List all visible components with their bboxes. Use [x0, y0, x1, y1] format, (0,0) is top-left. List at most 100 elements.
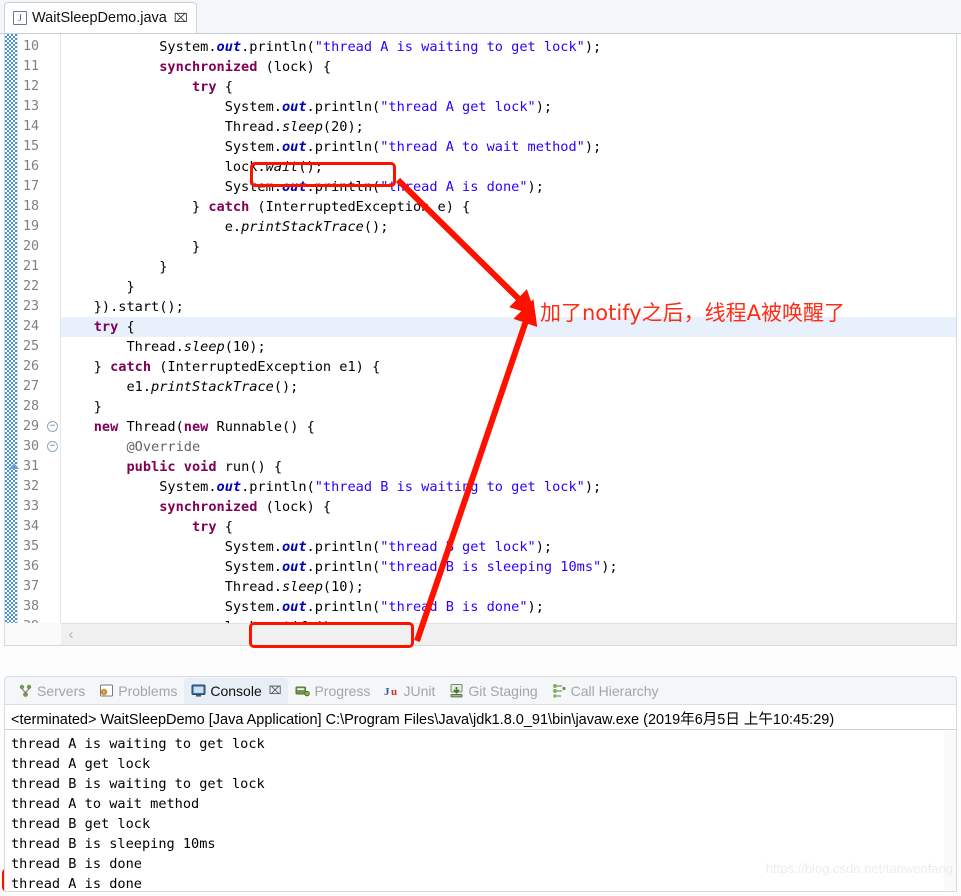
view-tab-problems[interactable]: ! Problems [92, 678, 184, 704]
code-line-15[interactable]: System.out.println("thread A to wait met… [61, 137, 956, 157]
annotation-text: 加了notify之后，线程A被唤醒了 [540, 301, 846, 325]
line-number-14: 14 [23, 119, 40, 134]
close-icon[interactable]: ⌧ [269, 684, 282, 697]
view-tab-git-staging[interactable]: Git Staging [442, 678, 544, 704]
code-line-33[interactable]: synchronized (lock) { [61, 497, 956, 517]
close-icon[interactable]: ⌧ [174, 12, 188, 24]
code-line-34[interactable]: try { [61, 517, 956, 537]
line-number-32: 32 [23, 479, 40, 494]
line-number-15: 15 [23, 139, 40, 154]
call-hierarchy-icon [552, 683, 567, 698]
code-surface[interactable]: System.out.println("thread A is waiting … [61, 34, 956, 645]
console-icon [191, 683, 206, 698]
editor-tab-strip: J WaitSleepDemo.java ⌧ [0, 0, 961, 34]
code-line-29[interactable]: new Thread(new Runnable() { [61, 417, 956, 437]
line-number-23: 23 [23, 299, 40, 314]
console-output-line: thread A is done [11, 876, 142, 892]
eclipse-ide-window: J WaitSleepDemo.java ⌧ 10 11 12 13 14 15 16 17 1… [0, 0, 961, 896]
code-line-17[interactable]: System.out.println("thread A is done"); [61, 177, 956, 197]
console-output-line: thread B is waiting to get lock [11, 776, 265, 792]
line-number-19: 19 [23, 219, 40, 234]
view-tab-label: Git Staging [468, 682, 538, 699]
code-line-12[interactable]: try { [61, 77, 956, 97]
view-tab-servers[interactable]: Servers [11, 678, 92, 704]
fold-collapse-icon[interactable]: − [47, 441, 58, 452]
view-tab-progress[interactable]: Progress [288, 678, 377, 704]
console-output-line: thread A get lock [11, 756, 151, 772]
console-output-line: thread B is sleeping 10ms [11, 836, 216, 852]
line-number-27: 27 [23, 379, 40, 394]
line-number-30: 30− [18, 437, 60, 457]
console-output-line: thread B get lock [11, 816, 151, 832]
svg-text:u: u [391, 686, 397, 698]
line-number-16: 16 [23, 159, 40, 174]
code-line-32[interactable]: System.out.println("thread B is waiting … [61, 477, 956, 497]
line-number-13: 13 [23, 99, 40, 114]
code-line-35[interactable]: System.out.println("thread B get lock"); [61, 537, 956, 557]
fold-collapse-icon[interactable]: − [47, 421, 58, 432]
console-view: Servers ! Problems Console ⌧ Progress Ju JUnit G… [4, 676, 957, 892]
git-staging-icon [449, 683, 464, 698]
line-number-24: 24 [23, 319, 40, 334]
line-number-gutter: 10 11 12 13 14 15 16 17 18 19 20 21 22 23 24 25 26 27 28 29… [9, 34, 61, 645]
line-number-17: 17 [23, 179, 40, 194]
problems-icon: ! [99, 683, 114, 698]
line-number-18: 18 [23, 199, 40, 214]
editor-tab-waitsleepdemo[interactable]: J WaitSleepDemo.java ⌧ [4, 2, 197, 33]
view-tab-console[interactable]: Console ⌧ [184, 677, 289, 704]
line-number-28: 28 [23, 399, 40, 414]
code-line-26[interactable]: } catch (InterruptedException e1) { [61, 357, 956, 377]
code-editor[interactable]: 10 11 12 13 14 15 16 17 18 19 20 21 22 23 24 25 26 27 28 29… [4, 34, 957, 646]
editor-corner [5, 623, 61, 645]
code-line-30[interactable]: @Override [61, 437, 956, 457]
line-number-29: 29− [18, 417, 60, 437]
code-line-16[interactable]: lock.wait(); [61, 157, 956, 177]
code-line-18[interactable]: } catch (InterruptedException e) { [61, 197, 956, 217]
watermark: https://blog.csdn.net/tanwenfang [765, 861, 953, 876]
code-line-28[interactable]: } [61, 397, 956, 417]
editor-tab-label: WaitSleepDemo.java [32, 10, 167, 26]
console-output-line: thread A to wait method [11, 796, 200, 812]
code-line-31[interactable]: public void run() { [61, 457, 956, 477]
code-line-20[interactable]: } [61, 237, 956, 257]
code-line-19[interactable]: e.printStackTrace(); [61, 217, 956, 237]
code-line-25[interactable]: Thread.sleep(10); [61, 337, 956, 357]
line-number-10: 10 [23, 39, 40, 54]
line-number-33: 33 [23, 499, 40, 514]
editor-horizontal-scrollbar[interactable]: ‹ [61, 623, 956, 645]
line-number-36: 36 [23, 559, 40, 574]
line-number-22: 22 [23, 279, 40, 294]
view-tab-call-hierarchy[interactable]: Call Hierarchy [545, 678, 666, 704]
console-output-line: thread A is waiting to get lock [11, 736, 265, 752]
code-line-21[interactable]: } [61, 257, 956, 277]
svg-text:J: J [384, 686, 390, 698]
code-line-22[interactable]: } [61, 277, 956, 297]
line-number-11: 11 [23, 59, 40, 74]
code-line-27[interactable]: e1.printStackTrace(); [61, 377, 956, 397]
servers-icon [18, 683, 33, 698]
line-number-21: 21 [23, 259, 40, 274]
code-line-38[interactable]: System.out.println("thread B is done"); [61, 597, 956, 617]
code-line-36[interactable]: System.out.println("thread B is sleeping… [61, 557, 956, 577]
code-line-11[interactable]: synchronized (lock) { [61, 57, 956, 77]
line-number-20: 20 [23, 239, 40, 254]
code-line-14[interactable]: Thread.sleep(20); [61, 117, 956, 137]
scroll-left-arrow-icon[interactable]: ‹ [63, 627, 79, 643]
view-tab-junit[interactable]: Ju JUnit [377, 678, 442, 704]
line-number-31: 31 [9, 457, 60, 477]
line-number-26: 26 [23, 359, 40, 374]
line-number-34: 34 [23, 519, 40, 534]
view-tab-label: JUnit [403, 682, 436, 699]
view-tab-label: Call Hierarchy [570, 682, 659, 699]
code-line-13[interactable]: System.out.println("thread A get lock"); [61, 97, 956, 117]
view-tab-bar: Servers ! Problems Console ⌧ Progress Ju JUnit G… [5, 677, 956, 705]
view-tab-label: Servers [37, 682, 86, 699]
line-number-12: 12 [23, 79, 40, 94]
code-line-37[interactable]: Thread.sleep(10); [61, 577, 956, 597]
overridden-method-marker-icon [9, 463, 19, 469]
annotation-ruler[interactable] [5, 34, 18, 645]
progress-icon [295, 683, 311, 698]
line-number-38: 38 [23, 599, 40, 614]
code-line-10[interactable]: System.out.println("thread A is waiting … [61, 37, 956, 57]
view-tab-label: Progress [314, 682, 371, 699]
